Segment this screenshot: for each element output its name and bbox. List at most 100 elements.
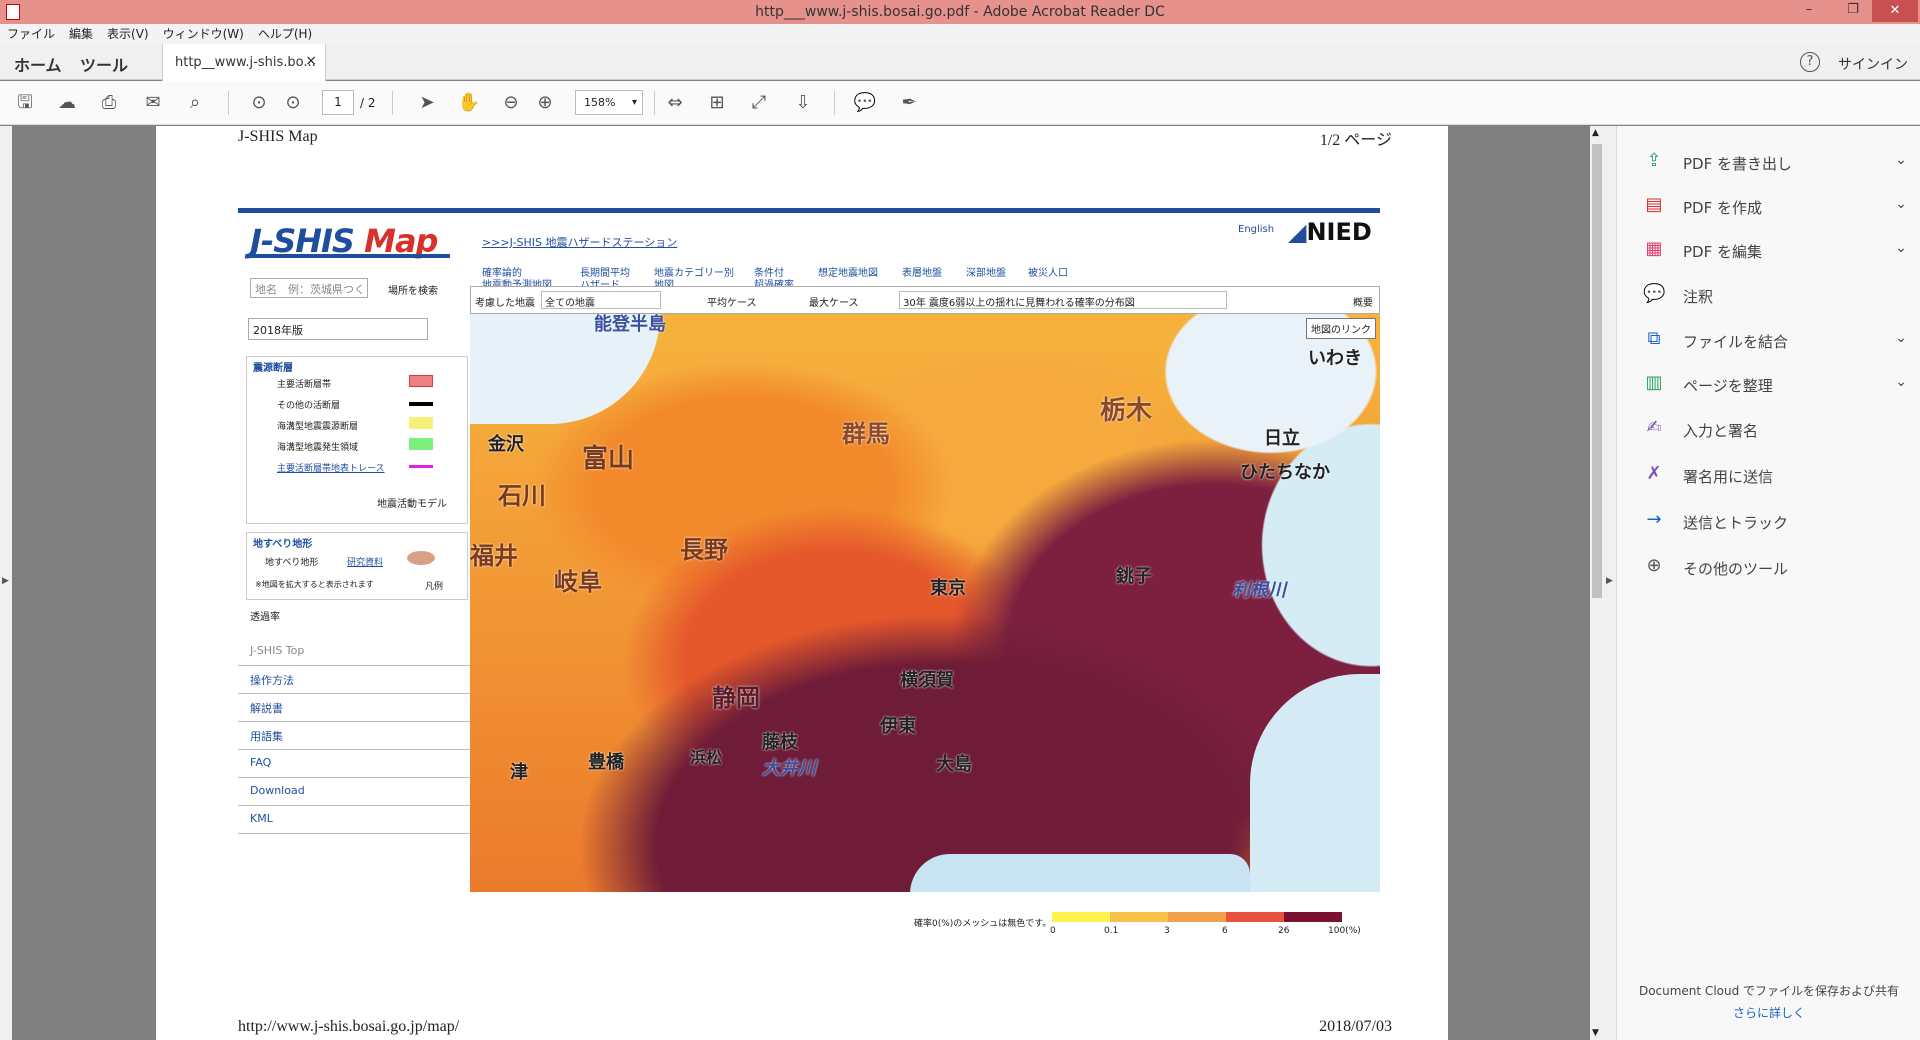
legend-swatch [409, 438, 433, 450]
select-cursor-icon[interactable]: ➤ [414, 90, 440, 116]
sidenav-manual[interactable]: 解説書 [238, 694, 470, 722]
map-desc-field[interactable]: 30年 震度6弱以上の揺れに見舞われる確率の分布図 [899, 291, 1227, 309]
chevron-down-icon[interactable]: ⌄ [1895, 240, 1907, 256]
comment-icon[interactable]: 💬 [852, 90, 878, 116]
zoom-select[interactable]: 158% [575, 90, 643, 115]
edition-select[interactable]: 2018年版 [248, 318, 428, 340]
tool-organize[interactable]: ▥ ページを整理 ⌄ [1643, 372, 1913, 396]
legend-row-label[interactable]: 主要活断層帯地表トレース [277, 461, 385, 474]
minimize-button[interactable]: – [1794, 2, 1824, 22]
outline-link[interactable]: 概要 [1353, 294, 1373, 309]
tab-document[interactable]: http__www.j-shis.bo... × [162, 44, 326, 81]
landslide-swatch [407, 551, 435, 565]
map-link-button[interactable]: 地図のリンク [1306, 318, 1376, 339]
fit-width-icon[interactable]: ⇔ [662, 90, 688, 116]
menu-window[interactable]: ウィンドウ(W) [156, 24, 251, 44]
full-screen-icon[interactable]: ⤢ [746, 90, 772, 116]
landslide-link[interactable]: 研究資料 [347, 555, 383, 568]
colorbar-tick: 3 [1164, 926, 1170, 936]
place-search-input[interactable]: 地名 例：茨城県つく [250, 278, 368, 298]
legend-toggle[interactable]: 凡例 [425, 579, 443, 592]
title-bar: http___www.j-shis.bosai.go.pdf - Adobe A… [0, 0, 1920, 24]
print-icon[interactable]: ⎙ [96, 90, 122, 116]
save-icon[interactable]: 🖫 [12, 90, 38, 116]
signin-link[interactable]: サインイン [1838, 54, 1908, 74]
sidenav-faq[interactable]: FAQ [238, 750, 470, 778]
legend-swatch [409, 465, 433, 468]
nav-deep-ground[interactable]: 深部地盤 [966, 268, 1006, 280]
zoom-out-icon[interactable]: ⊖ [498, 90, 524, 116]
right-panel-toggle[interactable]: ▶ [1604, 126, 1616, 1040]
max-case-option[interactable]: 最大ケース [809, 294, 859, 309]
tool-label: 署名用に送信 [1683, 468, 1774, 486]
chevron-down-icon[interactable]: ⌄ [1895, 330, 1907, 346]
map-place-label: 津 [510, 762, 528, 783]
close-window-button[interactable]: ✕ [1872, 0, 1918, 22]
search-icon[interactable]: ⌕ [182, 90, 208, 116]
nav-scenario-map[interactable]: 想定地震地図 [818, 268, 878, 280]
nied-logo: ◢NIED [1288, 218, 1372, 246]
sidenav-jshis-top[interactable]: J-SHIS Top [238, 638, 470, 666]
prev-page-icon[interactable]: ⊙ [246, 90, 272, 116]
landslide-legend: 地すべり地形 地すべり地形 研究資料 ※地図を拡大すると表示されます 凡例 [246, 532, 468, 600]
sidenav-kml[interactable]: KML [238, 806, 470, 834]
tool-more-tools[interactable]: ⊕ その他のツール [1643, 555, 1913, 579]
tool-comment[interactable]: 💬 注釈 [1643, 283, 1913, 307]
document-cloud-text: Document Cloud でファイルを保存および共有 [1638, 984, 1900, 998]
chevron-down-icon[interactable]: ⌄ [1895, 374, 1907, 390]
sidenav-download[interactable]: Download [238, 778, 470, 806]
next-page-icon[interactable]: ⊙ [280, 90, 306, 116]
help-icon[interactable]: ? [1800, 52, 1820, 72]
tool-fill-sign[interactable]: ✍ 入力と署名 [1643, 417, 1913, 441]
send-track-icon: → [1646, 509, 1662, 530]
tool-send-track[interactable]: → 送信とトラック [1643, 509, 1913, 533]
all-quakes-field[interactable]: 全ての地震 [541, 291, 661, 309]
avg-case-option[interactable]: 平均ケース [707, 294, 757, 309]
transparency-label: 透過率 [250, 612, 280, 623]
chevron-down-icon[interactable]: ⌄ [1895, 152, 1907, 168]
tool-create-pdf[interactable]: ▤ PDF を作成 ⌄ [1643, 194, 1913, 218]
tab-home[interactable]: ホーム [14, 52, 62, 76]
tab-bar: ホーム ツール http__www.j-shis.bo... × ? サインイン [0, 44, 1920, 81]
upload-cloud-icon[interactable]: ☁ [54, 90, 80, 116]
email-icon[interactable]: ✉ [140, 90, 166, 116]
sidenav-glossary[interactable]: 用語集 [238, 722, 470, 750]
menu-help[interactable]: ヘルプ(H) [251, 24, 319, 44]
scroll-down-icon[interactable]: ▼ [1592, 1028, 1599, 1038]
tool-edit-pdf[interactable]: ▦ PDF を編集 ⌄ [1643, 238, 1913, 262]
zoom-in-icon[interactable]: ⊕ [532, 90, 558, 116]
nav-affected-population[interactable]: 被災人口 [1028, 268, 1068, 280]
landslide-label: 地すべり地形 [265, 558, 319, 568]
tab-tools[interactable]: ツール [80, 52, 128, 76]
chevron-down-icon[interactable]: ⌄ [1895, 196, 1907, 212]
sidenav-operation[interactable]: 操作方法 [238, 666, 470, 694]
fit-page-icon[interactable]: ⊞ [704, 90, 730, 116]
sign-pen-icon[interactable]: ✒ [896, 90, 922, 116]
scroll-mode-icon[interactable]: ⇩ [790, 90, 816, 116]
vertical-scrollbar[interactable]: ▲ ▼ [1590, 126, 1604, 1040]
menu-file[interactable]: ファイル [0, 24, 62, 44]
tool-combine[interactable]: ⧉ ファイルを結合 ⌄ [1643, 328, 1913, 352]
english-link[interactable]: English [1238, 224, 1274, 235]
close-tab-icon[interactable]: × [305, 53, 317, 69]
nav-surface-ground[interactable]: 表層地盤 [902, 268, 942, 280]
menu-edit[interactable]: 編集 [62, 24, 100, 44]
map-place-label: 藤枝 [762, 732, 798, 753]
scrollbar-thumb[interactable] [1592, 144, 1602, 598]
place-search-button[interactable]: 場所を検索 [388, 282, 438, 297]
menu-bar: ファイル 編集 表示(V) ウィンドウ(W) ヘルプ(H) [0, 24, 1920, 44]
learn-more-link[interactable]: さらに詳しく [1617, 1004, 1920, 1021]
hazard-map[interactable]: 地図のリンク 能登半島 いわき 金沢 富山 群馬 栃木 日立 ひたちなか 石川 … [470, 314, 1380, 892]
menu-view[interactable]: 表示(V) [100, 24, 156, 44]
tool-send-sign[interactable]: ✗ 署名用に送信 [1643, 463, 1913, 487]
legend-swatch [409, 417, 433, 429]
restore-button[interactable]: ❐ [1838, 2, 1868, 22]
tool-export-pdf[interactable]: ⇪ PDF を書き出し ⌄ [1643, 150, 1913, 174]
left-panel-toggle[interactable]: ▶ [0, 126, 12, 1040]
station-link[interactable]: >>>J-SHIS 地震ハザードステーション [482, 234, 677, 250]
page-number-input[interactable]: 1 [322, 90, 354, 115]
tool-label: PDF を編集 [1683, 243, 1762, 261]
scroll-up-icon[interactable]: ▲ [1592, 128, 1599, 138]
hand-tool-icon[interactable]: ✋ [456, 90, 482, 116]
edit-pdf-icon: ▦ [1645, 238, 1663, 259]
